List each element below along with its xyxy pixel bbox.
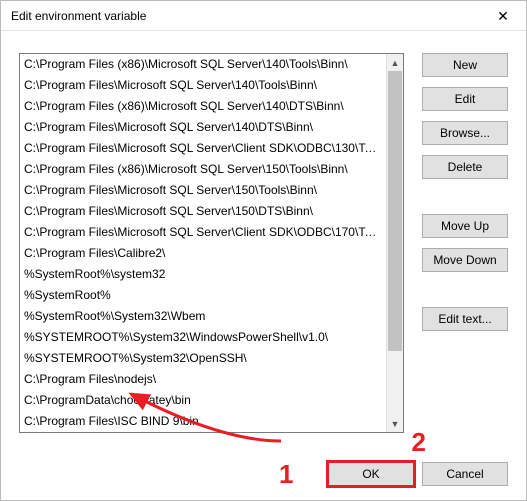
close-icon: ✕ [497, 9, 509, 23]
annotation-label-1: 1 [279, 459, 293, 490]
scroll-down-button[interactable]: ▼ [387, 415, 403, 432]
close-button[interactable]: ✕ [480, 1, 526, 31]
list-item[interactable]: C:\Program Files\nodejs\ [20, 369, 386, 390]
list-item[interactable]: C:\Program Files (x86)\Microsoft SQL Ser… [20, 159, 386, 180]
browse-button[interactable]: Browse... [422, 121, 508, 145]
list-item[interactable]: C:\Program Files\Microsoft SQL Server\14… [20, 75, 386, 96]
path-listbox[interactable]: C:\Program Files (x86)\Microsoft SQL Ser… [19, 53, 404, 433]
scroll-up-button[interactable]: ▲ [387, 54, 403, 71]
list-item[interactable]: C:\Program Files\Microsoft SQL Server\14… [20, 117, 386, 138]
dialog-title: Edit environment variable [11, 9, 146, 23]
edit-text-button[interactable]: Edit text... [422, 307, 508, 331]
dialog-edit-env-var: Edit environment variable ✕ C:\Program F… [0, 0, 527, 501]
list-item[interactable]: C:\Program Files (x86)\Microsoft SQL Ser… [20, 54, 386, 75]
move-up-button[interactable]: Move Up [422, 214, 508, 238]
cancel-button[interactable]: Cancel [422, 462, 508, 486]
list-item[interactable]: %SYSTEMROOT%\System32\OpenSSH\ [20, 348, 386, 369]
list-item[interactable]: %SystemRoot% [20, 285, 386, 306]
dialog-body: C:\Program Files (x86)\Microsoft SQL Ser… [1, 31, 526, 500]
scroll-track[interactable] [387, 71, 403, 415]
edit-button[interactable]: Edit [422, 87, 508, 111]
list-item[interactable]: %SYSTEMROOT%\System32\WindowsPowerShell\… [20, 327, 386, 348]
scroll-thumb[interactable] [388, 71, 402, 351]
list-item[interactable]: C:\ProgramData\chocolatey\bin [20, 390, 386, 411]
list-item[interactable]: C:\Program Files\ISC BIND 9\bin [20, 411, 386, 432]
list-item[interactable]: C:\Program Files (x86)\Microsoft SQL Ser… [20, 96, 386, 117]
list-item[interactable]: %SystemRoot%\system32 [20, 264, 386, 285]
list-item[interactable]: C:\Program Files\Microsoft SQL Server\Cl… [20, 222, 386, 243]
scrollbar-vertical[interactable]: ▲ ▼ [386, 54, 403, 432]
ok-button[interactable]: OK [328, 462, 414, 486]
list-item[interactable]: C:\Program Files\Microsoft SQL Server\15… [20, 201, 386, 222]
new-button[interactable]: New [422, 53, 508, 77]
annotation-label-2: 2 [412, 427, 426, 458]
move-down-button[interactable]: Move Down [422, 248, 508, 272]
list-item[interactable]: %SystemRoot%\System32\Wbem [20, 306, 386, 327]
titlebar: Edit environment variable ✕ [1, 1, 526, 31]
delete-button[interactable]: Delete [422, 155, 508, 179]
list-item[interactable]: C:\Program Files\Microsoft SQL Server\15… [20, 180, 386, 201]
bottom-button-row: OK Cancel [328, 462, 508, 486]
list-item[interactable]: C:\Program Files\Microsoft SQL Server\Cl… [20, 138, 386, 159]
list-item[interactable]: C:\Program Files\Calibre2\ [20, 243, 386, 264]
side-button-column: New Edit Browse... Delete Move Up Move D… [422, 53, 508, 331]
